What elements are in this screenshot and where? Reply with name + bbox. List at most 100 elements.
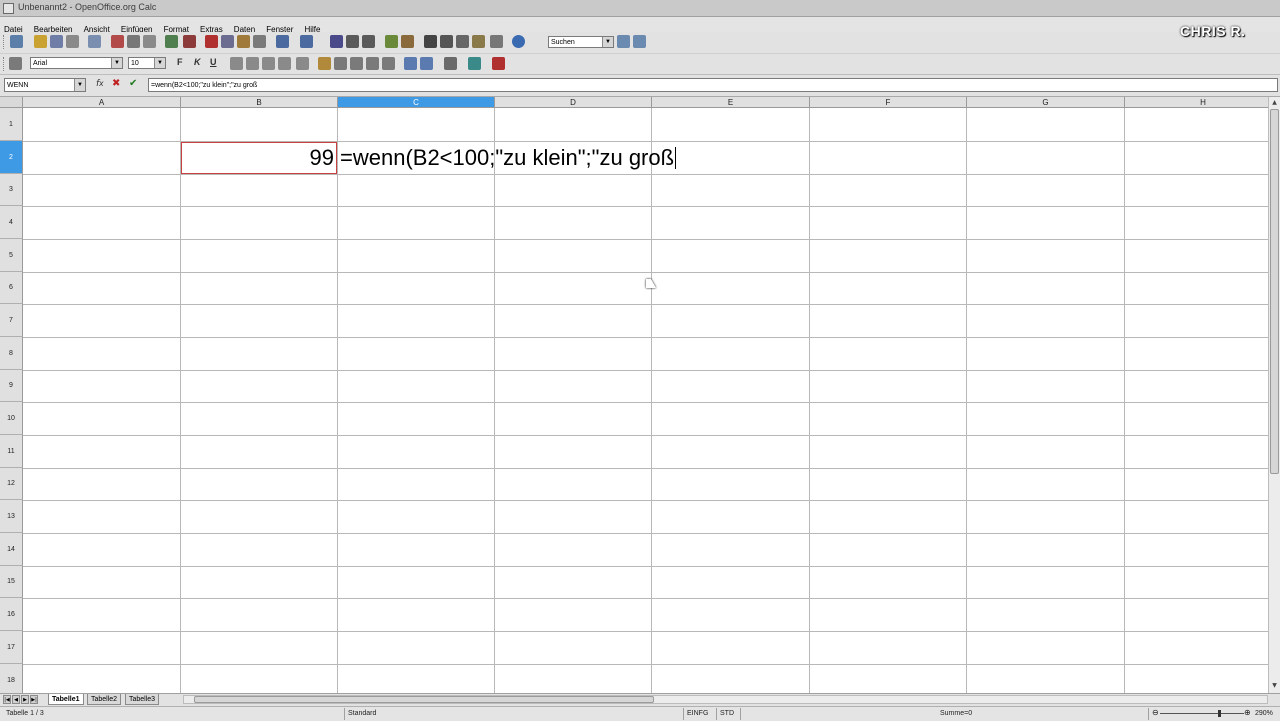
redo-icon[interactable] <box>300 35 313 48</box>
vertical-scroll-thumb[interactable] <box>1270 109 1279 474</box>
mail-icon[interactable] <box>66 35 79 48</box>
merge-cells-icon[interactable] <box>296 57 309 70</box>
sheet-tab-2[interactable]: Tabelle2 <box>87 694 122 705</box>
chart-icon[interactable] <box>385 35 398 48</box>
formula-input[interactable]: =wenn(B2<100;"zu klein";"zu groß <box>148 78 1278 92</box>
toolbar-grip[interactable] <box>3 35 7 49</box>
sort-descending-icon[interactable] <box>362 35 375 48</box>
scroll-down-icon[interactable]: ▼ <box>1270 681 1279 690</box>
sheet-tab-1[interactable]: Tabelle1 <box>48 694 84 705</box>
cell-c2-editor[interactable]: =wenn(B2<100;"zu klein";"zu groß <box>340 145 677 171</box>
function-wizard-icon[interactable]: fx <box>96 79 104 89</box>
navigator-icon[interactable] <box>440 35 453 48</box>
row-header-10[interactable]: 10 <box>0 402 23 435</box>
row-header-9[interactable]: 9 <box>0 370 23 402</box>
search-up-icon[interactable] <box>633 35 646 48</box>
font-name-select[interactable]: Arial ▼ <box>30 57 123 69</box>
new-document-icon[interactable] <box>10 35 23 48</box>
row-header-15[interactable]: 15 <box>0 566 23 598</box>
next-sheet-icon[interactable]: ▶ <box>21 695 29 704</box>
chevron-down-icon[interactable]: ▼ <box>602 37 613 47</box>
row-header-4[interactable]: 4 <box>0 206 23 239</box>
first-sheet-icon[interactable]: |◀ <box>3 695 11 704</box>
zoom-slider-knob[interactable] <box>1218 710 1221 717</box>
find-replace-icon[interactable] <box>424 35 437 48</box>
export-pdf-icon[interactable] <box>111 35 124 48</box>
last-sheet-icon[interactable]: ▶| <box>30 695 38 704</box>
row-header-11[interactable]: 11 <box>0 435 23 468</box>
name-box[interactable]: WENN ▼ <box>4 78 86 92</box>
hyperlink-icon[interactable] <box>330 35 343 48</box>
add-decimal-icon[interactable] <box>366 57 379 70</box>
row-header-18[interactable]: 18 <box>0 664 23 693</box>
format-paintbrush-icon[interactable] <box>253 35 266 48</box>
borders-icon[interactable] <box>444 57 457 70</box>
delete-decimal-icon[interactable] <box>382 57 395 70</box>
increase-indent-icon[interactable] <box>420 57 433 70</box>
save-icon[interactable] <box>50 35 63 48</box>
paste-icon[interactable] <box>237 35 250 48</box>
row-header-5[interactable]: 5 <box>0 239 23 272</box>
toolbar-grip[interactable] <box>3 57 7 71</box>
underline-button[interactable]: U <box>210 57 217 67</box>
cancel-icon[interactable]: ✖ <box>112 78 120 89</box>
standard-format-icon[interactable] <box>350 57 363 70</box>
chevron-down-icon[interactable]: ▼ <box>111 58 122 68</box>
page-preview-icon[interactable] <box>143 35 156 48</box>
undo-icon[interactable] <box>276 35 289 48</box>
help-icon[interactable] <box>512 35 525 48</box>
spellcheck-icon[interactable] <box>165 35 178 48</box>
decrease-indent-icon[interactable] <box>404 57 417 70</box>
print-icon[interactable] <box>127 35 140 48</box>
status-zoom[interactable]: 290% <box>1255 710 1273 717</box>
chevron-down-icon[interactable]: ▼ <box>74 79 85 91</box>
accept-icon[interactable]: ✔ <box>129 78 137 89</box>
column-header-f[interactable]: F <box>810 97 967 108</box>
zoom-slider[interactable] <box>1160 713 1244 714</box>
column-header-a[interactable]: A <box>23 97 181 108</box>
currency-format-icon[interactable] <box>318 57 331 70</box>
open-folder-icon[interactable] <box>34 35 47 48</box>
row-header-17[interactable]: 17 <box>0 631 23 664</box>
search-input[interactable]: Suchen ▼ <box>548 36 614 48</box>
select-all-corner[interactable] <box>0 97 23 108</box>
column-header-d[interactable]: D <box>495 97 652 108</box>
status-sum[interactable]: Summe=0 <box>940 710 972 717</box>
sort-ascending-icon[interactable] <box>346 35 359 48</box>
search-down-icon[interactable] <box>617 35 630 48</box>
sheet-tab-3[interactable]: Tabelle3 <box>125 694 160 705</box>
row-header-7[interactable]: 7 <box>0 304 23 337</box>
draw-functions-icon[interactable] <box>401 35 414 48</box>
vertical-scrollbar[interactable]: ▲ ▼ <box>1268 97 1280 693</box>
row-header-6[interactable]: 6 <box>0 272 23 304</box>
copy-icon[interactable] <box>221 35 234 48</box>
status-insert-mode[interactable]: EINFG <box>687 710 708 717</box>
font-size-select[interactable]: 10 ▼ <box>128 57 166 69</box>
column-header-g[interactable]: G <box>967 97 1125 108</box>
align-right-icon[interactable] <box>262 57 275 70</box>
zoom-icon[interactable] <box>490 35 503 48</box>
autospellcheck-icon[interactable] <box>183 35 196 48</box>
cut-icon[interactable] <box>205 35 218 48</box>
column-header-e[interactable]: E <box>652 97 810 108</box>
spreadsheet-grid[interactable]: A B C D E F G H 1 2 3 4 5 6 7 8 9 10 11 … <box>0 97 1268 693</box>
column-header-c[interactable]: C <box>338 97 495 108</box>
cell-b2[interactable]: 99 <box>181 145 334 171</box>
row-header-1[interactable]: 1 <box>0 108 23 141</box>
edit-file-icon[interactable] <box>88 35 101 48</box>
row-header-3[interactable]: 3 <box>0 174 23 206</box>
column-header-h[interactable]: H <box>1125 97 1268 108</box>
italic-button[interactable]: K <box>194 57 201 67</box>
row-header-16[interactable]: 16 <box>0 598 23 631</box>
row-header-13[interactable]: 13 <box>0 500 23 533</box>
row-header-2[interactable]: 2 <box>0 141 23 174</box>
percent-format-icon[interactable] <box>334 57 347 70</box>
justify-icon[interactable] <box>278 57 291 70</box>
row-header-12[interactable]: 12 <box>0 468 23 500</box>
row-header-14[interactable]: 14 <box>0 533 23 566</box>
column-header-b[interactable]: B <box>181 97 338 108</box>
scroll-up-icon[interactable]: ▲ <box>1270 98 1279 107</box>
chevron-down-icon[interactable]: ▼ <box>154 58 165 68</box>
styles-icon[interactable] <box>9 57 22 70</box>
align-center-icon[interactable] <box>246 57 259 70</box>
